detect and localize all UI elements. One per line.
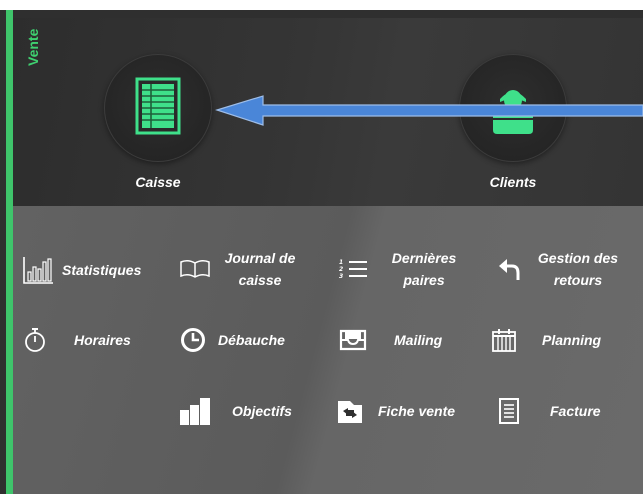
- svg-text:3: 3: [339, 273, 343, 280]
- menu-gestion-retours-label: Gestion des retours: [532, 247, 624, 291]
- menu-dernieres-paires-label: Dernières paires: [382, 247, 466, 291]
- menu-planning[interactable]: Planning: [490, 327, 601, 353]
- menu-facture[interactable]: Facture: [496, 398, 601, 424]
- bar-chart-icon: [20, 257, 56, 284]
- menu-debauche-label: Débauche: [218, 332, 285, 348]
- svg-text:2: 2: [339, 266, 343, 273]
- retours-line-2: retours: [553, 272, 603, 288]
- menu-horaires-label: Horaires: [74, 332, 131, 348]
- menu-mailing-label: Mailing: [394, 332, 443, 348]
- menu-objectifs-label: Objectifs: [232, 403, 292, 419]
- menu-facture-label: Facture: [550, 403, 601, 419]
- journal-line-1: Journal de: [224, 250, 296, 266]
- return-arrow-icon: [496, 256, 524, 282]
- invoice-icon: [496, 398, 522, 424]
- menu-mailing[interactable]: Mailing: [338, 327, 442, 353]
- bar-steps-icon: [178, 398, 212, 425]
- retours-line-1: Gestion des: [537, 250, 619, 266]
- caisse-circle[interactable]: [104, 54, 212, 162]
- menu-fiche-vente[interactable]: Fiche vente: [334, 398, 455, 424]
- menu-statistiques[interactable]: Statistiques: [20, 257, 142, 284]
- pointer-arrow: [215, 95, 643, 126]
- clients-label: Clients: [489, 174, 537, 190]
- dernieres-line-2: paires: [403, 272, 445, 288]
- numbered-list-icon: 123: [336, 256, 370, 282]
- menu-objectifs[interactable]: Objectifs: [178, 398, 292, 425]
- menu-dernieres-paires[interactable]: 123 Dernières paires: [336, 247, 466, 291]
- svg-text:1: 1: [339, 259, 343, 266]
- stopwatch-icon: [22, 327, 48, 353]
- dernieres-line-1: Dernières: [391, 250, 457, 266]
- calendar-icon: [490, 327, 518, 353]
- open-book-icon: [178, 256, 212, 282]
- sale-sheet-icon: [334, 398, 366, 424]
- inbox-tray-icon: [338, 327, 368, 353]
- caisse-label: Caisse: [135, 174, 181, 190]
- clock-icon: [180, 327, 206, 353]
- menu-planning-label: Planning: [542, 332, 602, 348]
- menu-journal-caisse[interactable]: Journal de caisse: [178, 247, 300, 291]
- menu-horaires[interactable]: Horaires: [22, 327, 131, 353]
- section-title: Vente: [25, 28, 41, 66]
- menu-statistiques-label: Statistiques: [62, 262, 142, 278]
- menu-fiche-vente-label: Fiche vente: [378, 403, 456, 419]
- section-accent-bar: [6, 10, 13, 494]
- menu-journal-caisse-label: Journal de caisse: [220, 247, 300, 291]
- cash-register-sheet-icon: [135, 77, 181, 135]
- journal-line-2: caisse: [238, 272, 282, 288]
- menu-debauche[interactable]: Débauche: [180, 327, 285, 353]
- menu-gestion-retours[interactable]: Gestion des retours: [496, 247, 624, 291]
